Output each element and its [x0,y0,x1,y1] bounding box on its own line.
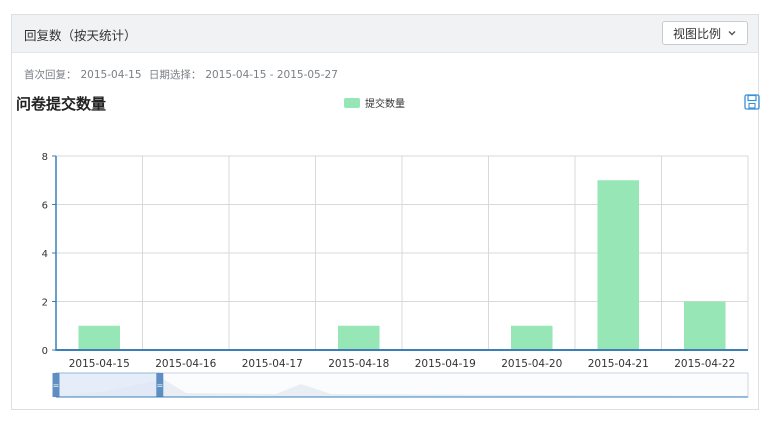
bar[interactable] [683,301,726,351]
bar[interactable] [337,325,380,350]
x-tick-label: 2015-04-16 [155,358,216,370]
bar[interactable] [510,325,553,350]
zoom-handle-grip: = [156,381,163,390]
x-tick-label: 2015-04-22 [674,358,735,370]
bar[interactable] [597,180,640,350]
x-tick-label: 2015-04-19 [415,358,476,370]
x-tick-label: 2015-04-20 [501,358,562,370]
x-tick-label: 2015-04-15 [69,358,130,370]
zoom-slider-window[interactable] [55,372,161,398]
bar-chart: 0 2 4 6 8 2015-04-15 2015-04-16 2015-04-17 2015-… [42,152,749,398]
bar[interactable] [78,325,121,350]
y-tick-label: 4 [42,249,48,260]
zoom-handle-grip: = [53,381,60,390]
y-tick-label: 0 [42,346,48,357]
y-tick-label: 2 [42,298,48,309]
y-tick-label: 6 [42,201,48,212]
x-tick-label: 2015-04-21 [588,358,649,370]
y-tick-label: 8 [42,152,48,163]
x-tick-label: 2015-04-18 [328,358,389,370]
x-tick-label: 2015-04-17 [242,358,303,370]
